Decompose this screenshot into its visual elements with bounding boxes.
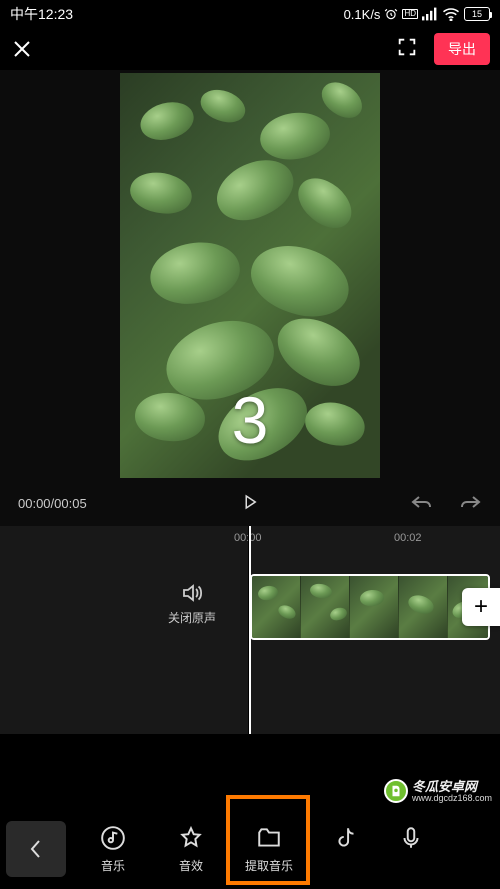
net-speed: 0.1K/s: [344, 7, 381, 22]
music-note-icon: [100, 825, 126, 851]
tool-record[interactable]: [386, 819, 436, 880]
tool-music[interactable]: 音乐: [74, 819, 152, 880]
video-preview[interactable]: 3: [0, 70, 500, 480]
fullscreen-icon[interactable]: [396, 36, 418, 63]
tool-extract-music[interactable]: 提取音乐: [230, 819, 308, 880]
watermark-text: 冬瓜安卓网: [412, 780, 492, 793]
watermark: 冬瓜安卓网 www.dgcdz168.com: [384, 779, 492, 803]
watermark-url: www.dgcdz168.com: [412, 793, 492, 803]
mute-original-audio[interactable]: 关闭原声: [168, 581, 216, 626]
redo-icon[interactable]: [458, 493, 482, 514]
back-button[interactable]: [6, 821, 66, 877]
close-icon[interactable]: [10, 37, 34, 61]
star-icon: [178, 825, 204, 851]
mute-label: 关闭原声: [168, 611, 216, 625]
playback-row: 00:00/00:05: [0, 480, 500, 526]
hd-icon: HD: [402, 9, 418, 19]
time-display: 00:00/00:05: [18, 496, 87, 511]
add-clip-button[interactable]: +: [462, 588, 500, 626]
countdown-number: 3: [232, 382, 269, 458]
video-frame: 3: [120, 73, 380, 478]
douyin-icon: [334, 825, 360, 851]
mic-icon: [398, 825, 424, 851]
tool-sfx[interactable]: 音效: [152, 819, 230, 880]
signal-icon: [422, 7, 438, 21]
ruler-tick: 00:00: [234, 532, 262, 544]
battery-icon: 15: [464, 7, 490, 21]
status-time: 中午12:23: [10, 4, 73, 24]
video-clip[interactable]: [250, 574, 490, 640]
tool-label: 音效: [179, 857, 203, 874]
playhead[interactable]: [249, 526, 251, 734]
play-icon[interactable]: [241, 493, 259, 514]
tool-label: 提取音乐: [245, 857, 293, 874]
alarm-icon: [384, 7, 398, 21]
wifi-icon: [442, 7, 460, 21]
tool-douyin[interactable]: [308, 819, 386, 880]
top-bar: 导出: [0, 28, 500, 70]
watermark-icon: [384, 779, 408, 803]
folder-icon: [256, 825, 282, 851]
undo-icon[interactable]: [410, 493, 434, 514]
timeline[interactable]: 00:00 00:02 关闭原声 +: [0, 526, 500, 734]
ruler-tick: 00:02: [394, 532, 422, 544]
tool-label: 音乐: [101, 857, 125, 874]
status-bar: 中午12:23 0.1K/s HD 15: [0, 0, 500, 28]
status-right: 0.1K/s HD 15: [344, 7, 490, 22]
export-button[interactable]: 导出: [434, 33, 490, 65]
bottom-toolbar: 音乐 音效 提取音乐: [0, 809, 500, 889]
